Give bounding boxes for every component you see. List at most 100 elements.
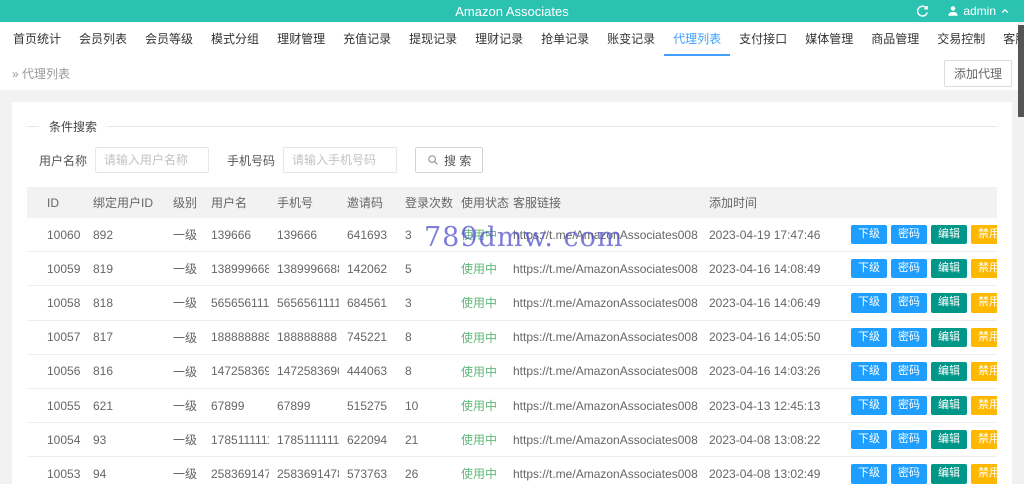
status-badge: 使用中 xyxy=(461,262,498,277)
password-button[interactable]: 密码 xyxy=(891,464,927,484)
subordinates-button[interactable]: 下级 xyxy=(851,361,887,381)
search-button[interactable]: 搜 索 xyxy=(415,147,484,173)
password-button[interactable]: 密码 xyxy=(891,395,927,416)
actions-cell: 下级密码编辑禁用 xyxy=(839,251,997,287)
cell-invite: 684561 xyxy=(339,285,397,321)
phone-field-label: 手机号码 xyxy=(227,153,276,168)
subordinates-button[interactable]: 下级 xyxy=(851,293,887,313)
cell-logins: 21 xyxy=(397,422,453,458)
nav-tab[interactable]: 充值记录 xyxy=(334,22,400,56)
password-button[interactable]: 密码 xyxy=(891,259,927,279)
nav-tab[interactable]: 商品管理 xyxy=(862,22,928,56)
nav-tab[interactable]: 抢单记录 xyxy=(532,22,598,56)
nav-tab[interactable]: 媒体管理 xyxy=(796,22,862,56)
cell-link: https://t.me/AmazonAssociates008 xyxy=(505,388,701,424)
subordinates-button[interactable]: 下级 xyxy=(851,430,887,450)
cell-status: 使用中 xyxy=(453,218,505,253)
password-button[interactable]: 密码 xyxy=(891,430,927,450)
search-icon xyxy=(428,155,438,165)
subordinates-button[interactable]: 下级 xyxy=(851,327,887,347)
cell-logins: 26 xyxy=(397,456,453,484)
cell-bind_uid: 621 xyxy=(85,388,165,424)
disable-button[interactable]: 禁用 xyxy=(971,430,997,450)
nav-tab[interactable]: 模式分组 xyxy=(202,22,268,56)
cell-phone: 17851111111 xyxy=(269,422,339,458)
nav-tab[interactable]: 代理列表 xyxy=(664,22,731,56)
cell-username: 13899966888 xyxy=(203,251,269,287)
add-agent-button[interactable]: 添加代理 xyxy=(943,59,1012,87)
status-badge: 使用中 xyxy=(461,467,498,482)
breadcrumb: » 代理列表 xyxy=(12,66,71,81)
table-row: 1005493一级178511111111785111111162209421使… xyxy=(27,422,997,458)
cell-logins: 3 xyxy=(397,218,453,253)
edit-button[interactable]: 编辑 xyxy=(931,293,967,313)
scrollbar-thumb[interactable] xyxy=(1018,25,1024,117)
cell-time: 2023-04-16 14:05:50 xyxy=(701,320,839,355)
nav-tab[interactable]: 支付接口 xyxy=(730,22,796,56)
nav-tab[interactable]: 交易控制 xyxy=(928,22,994,56)
edit-button[interactable]: 编辑 xyxy=(931,327,967,347)
disable-button[interactable]: 禁用 xyxy=(971,464,997,484)
cell-bind_uid: 892 xyxy=(85,218,165,253)
status-badge: 使用中 xyxy=(461,399,498,414)
cell-id: 10055 xyxy=(27,388,85,424)
disable-button[interactable]: 禁用 xyxy=(971,259,997,279)
phone-input[interactable] xyxy=(283,147,398,173)
cell-time: 2023-04-16 14:06:49 xyxy=(701,285,839,321)
username-input[interactable] xyxy=(95,147,210,173)
password-button[interactable]: 密码 xyxy=(891,293,927,313)
disable-button[interactable]: 禁用 xyxy=(971,327,997,347)
edit-button[interactable]: 编辑 xyxy=(931,259,967,279)
cell-id: 10057 xyxy=(27,320,85,355)
nav-tab[interactable]: 提现记录 xyxy=(400,22,466,56)
nav-tab[interactable]: 会员列表 xyxy=(70,22,136,56)
cell-id: 10054 xyxy=(27,422,85,458)
cell-phone: 25836914785 xyxy=(269,456,339,484)
password-button[interactable]: 密码 xyxy=(891,361,927,381)
user-menu[interactable]: admin xyxy=(947,4,1010,18)
cell-username: 5656561111 xyxy=(203,285,269,321)
cell-status: 使用中 xyxy=(453,251,505,287)
edit-button[interactable]: 编辑 xyxy=(931,430,967,450)
cell-invite: 142062 xyxy=(339,251,397,287)
column-header: 绑定用户ID xyxy=(85,187,165,218)
subordinates-button[interactable]: 下级 xyxy=(851,259,887,279)
password-button[interactable]: 密码 xyxy=(891,225,927,245)
nav-tab[interactable]: 账变记录 xyxy=(598,22,664,56)
person-icon xyxy=(948,6,958,16)
disable-button[interactable]: 禁用 xyxy=(971,361,997,381)
actions-cell: 下级密码编辑禁用 xyxy=(839,320,997,355)
nav-tab[interactable]: 理财管理 xyxy=(268,22,334,56)
cell-time: 2023-04-16 14:03:26 xyxy=(701,354,839,389)
edit-button[interactable]: 编辑 xyxy=(931,225,967,245)
subordinates-button[interactable]: 下级 xyxy=(851,225,887,245)
cell-status: 使用中 xyxy=(453,285,505,321)
cell-level: 一级 xyxy=(165,251,203,287)
cell-username: 17851111111 xyxy=(203,422,269,458)
status-badge: 使用中 xyxy=(461,364,498,379)
cell-time: 2023-04-13 12:45:13 xyxy=(701,388,839,424)
cell-username: 139666 xyxy=(203,218,269,253)
subordinates-button[interactable]: 下级 xyxy=(851,464,887,484)
chevron-up-icon xyxy=(1001,8,1009,14)
disable-button[interactable]: 禁用 xyxy=(971,395,997,416)
cell-logins: 8 xyxy=(397,354,453,389)
content: 条件搜索 用户名称 手机号码 搜 索 ID绑定用户ID级别用户名手机号邀请码登录… xyxy=(0,90,1024,484)
edit-button[interactable]: 编辑 xyxy=(931,361,967,381)
nav-tab[interactable]: 理财记录 xyxy=(466,22,532,56)
subordinates-button[interactable]: 下级 xyxy=(851,395,887,416)
disable-button[interactable]: 禁用 xyxy=(971,225,997,245)
refresh-icon[interactable] xyxy=(916,5,929,18)
password-button[interactable]: 密码 xyxy=(891,327,927,347)
cell-link: https://t.me/AmazonAssociates008 xyxy=(505,422,701,458)
table-row: 10057 817 一级 188888888 188888888 745221 8 使用中 ht… xyxy=(27,320,997,355)
disable-button[interactable]: 禁用 xyxy=(971,293,997,313)
cell-logins: 8 xyxy=(397,320,453,355)
edit-button[interactable]: 编辑 xyxy=(931,464,967,484)
cell-level: 一级 xyxy=(165,422,203,458)
nav-tab[interactable]: 会员等级 xyxy=(136,22,202,56)
actions-cell: 下级密码编辑禁用 xyxy=(839,285,997,321)
cell-id: 10058 xyxy=(27,285,85,321)
nav-tab[interactable]: 首页统计 xyxy=(4,22,70,56)
edit-button[interactable]: 编辑 xyxy=(931,395,967,416)
